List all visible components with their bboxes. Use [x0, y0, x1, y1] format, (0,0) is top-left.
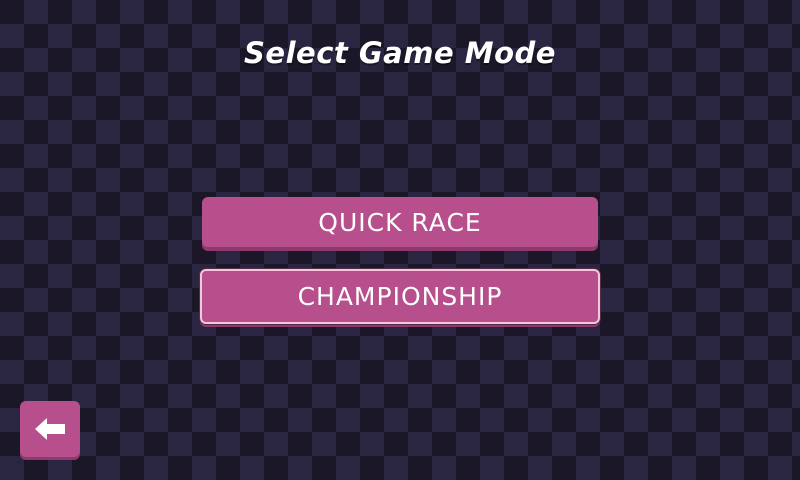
championship-button[interactable]: CHAMPIONSHIP: [200, 269, 600, 324]
championship-label: CHAMPIONSHIP: [297, 282, 503, 311]
back-button[interactable]: [20, 401, 80, 457]
page-title: Select Game Mode: [244, 36, 556, 70]
arrow-left-icon: [35, 418, 65, 440]
quick-race-label: QUICK RACE: [318, 207, 482, 237]
quick-race-button[interactable]: QUICK RACE: [202, 197, 598, 247]
